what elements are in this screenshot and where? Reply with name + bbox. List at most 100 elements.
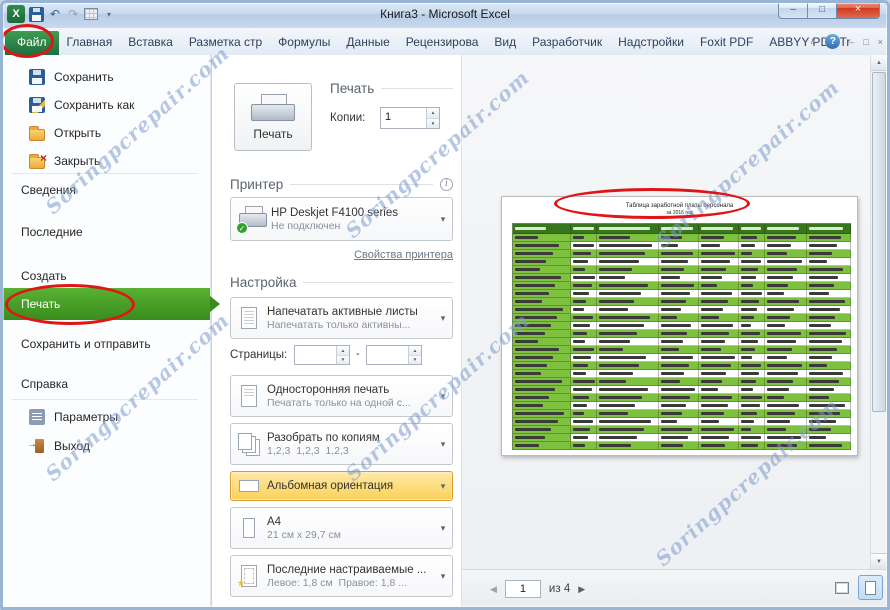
cell-text-bar — [661, 364, 689, 367]
save-icon — [29, 69, 45, 85]
settings-section-title: Настройка — [230, 275, 296, 290]
previous-page-button[interactable]: ◀ — [490, 584, 497, 595]
spin-up-icon[interactable]: ▲ — [409, 346, 421, 356]
pages-from-value — [295, 346, 336, 364]
sidebar-item-open[interactable]: Открыть — [3, 121, 210, 145]
spin-down-icon[interactable]: ▼ — [427, 119, 439, 129]
sidebar-item-save-as[interactable]: Сохранить как — [3, 93, 210, 117]
table-cell — [765, 378, 807, 386]
table-cell — [513, 426, 571, 434]
preview-bottom-bar: ◀ 1 из 4 ▶ — [462, 569, 887, 607]
sidebar-item-options[interactable]: Параметры — [3, 405, 210, 429]
zoom-to-page-button[interactable] — [858, 575, 883, 600]
copies-spinner[interactable]: 1 ▲ ▼ — [380, 107, 440, 129]
print-section-heading: Печать — [330, 81, 453, 96]
orientation-select[interactable]: Альбомная ориентация▾ — [230, 471, 453, 501]
table-cell — [597, 418, 659, 426]
collate-select[interactable]: Разобрать по копиям1,2,3 1,2,3 1,2,3▾ — [230, 423, 453, 465]
table-header-cell — [513, 224, 571, 234]
next-page-button[interactable]: ▶ — [578, 584, 585, 595]
close-button[interactable]: × — [836, 0, 880, 19]
page-number-input[interactable]: 1 — [505, 580, 541, 598]
printer-properties-link[interactable]: Свойства принтера — [230, 249, 453, 261]
table-cell — [807, 298, 851, 306]
printer-select[interactable]: ✓ HP Deskjet F4100 series Не подключен ▾ — [230, 197, 453, 241]
spin-down-icon[interactable]: ▼ — [409, 356, 421, 365]
table-cell — [765, 410, 807, 418]
sidebar-item-save-send[interactable]: Сохранить и отправить — [3, 332, 210, 356]
sidebar-item-print[interactable]: Печать — [3, 288, 210, 320]
tab-review[interactable]: Рецензирова — [398, 31, 487, 55]
table-cell — [597, 234, 659, 242]
spin-up-icon[interactable]: ▲ — [337, 346, 349, 356]
margins-select[interactable]: ★Последние настраиваемые ...Левое: 1,8 с… — [230, 555, 453, 597]
one-sided-select[interactable]: Односторонняя печатьПечатать только на о… — [230, 375, 453, 417]
cell-text-bar — [809, 436, 826, 439]
zoom-to-page-icon — [865, 581, 876, 595]
sidebar-item-close[interactable]: Закрыть — [3, 149, 210, 173]
spin-up-icon[interactable]: ▲ — [427, 108, 439, 119]
cell-text-bar — [599, 388, 648, 391]
table-row — [513, 250, 851, 258]
help-icon[interactable]: ? — [825, 34, 840, 49]
info-icon[interactable]: i — [440, 178, 453, 191]
sidebar-item-help[interactable]: Справка — [3, 372, 210, 396]
cell-text-bar — [701, 236, 724, 239]
doc-restore-icon[interactable]: □ — [863, 37, 868, 47]
collapse-ribbon-icon[interactable]: ∧ — [810, 36, 817, 47]
tab-file[interactable]: Файл — [5, 31, 59, 55]
tab-foxit-pdf[interactable]: Foxit PDF — [692, 31, 761, 55]
tab-view[interactable]: Вид — [486, 31, 524, 55]
doc-close-icon[interactable]: × — [878, 37, 883, 47]
scroll-thumb[interactable] — [872, 72, 886, 412]
cell-text-bar — [809, 268, 843, 271]
cell-text-bar — [599, 236, 630, 239]
print-what-select[interactable]: Напечатать активные листыНапечатать толь… — [230, 297, 453, 339]
tab-formulas[interactable]: Формулы — [270, 31, 338, 55]
minimize-button[interactable]: – — [778, 0, 808, 19]
preview-scrollbar[interactable]: ▲ ▼ — [870, 55, 887, 569]
cell-text-bar — [741, 308, 757, 311]
show-margins-button[interactable] — [829, 575, 854, 600]
doc-minimize-icon[interactable]: – — [849, 37, 854, 47]
table-cell — [597, 314, 659, 322]
cell-text-bar — [515, 284, 555, 287]
cell-text-bar — [661, 372, 684, 375]
pages-to-spinner[interactable]: ▲ ▼ — [366, 345, 422, 365]
sidebar-item-exit[interactable]: Выход — [3, 434, 210, 458]
table-cell — [571, 370, 597, 378]
sidebar-item-save[interactable]: Сохранить — [3, 65, 210, 89]
table-cell — [765, 306, 807, 314]
tab-add-ins[interactable]: Надстройки — [610, 31, 692, 55]
tab-data[interactable]: Данные — [338, 31, 397, 55]
table-cell — [597, 266, 659, 274]
paper-size-select[interactable]: A421 см x 29,7 см▾ — [230, 507, 453, 549]
scroll-up-icon[interactable]: ▲ — [871, 55, 887, 71]
tab-insert[interactable]: Вставка — [120, 31, 181, 55]
cell-text-bar — [573, 420, 593, 423]
tab-home[interactable]: Главная — [59, 31, 121, 55]
tab-developer[interactable]: Разработчик — [524, 31, 610, 55]
maximize-button[interactable]: □ — [807, 0, 837, 19]
table-cell — [765, 354, 807, 362]
table-cell — [571, 242, 597, 250]
table-cell — [571, 386, 597, 394]
table-cell — [699, 362, 739, 370]
tab-page-layout[interactable]: Разметка стр — [181, 31, 270, 55]
cell-text-bar — [573, 227, 594, 230]
cell-text-bar — [809, 412, 840, 415]
table-cell — [659, 410, 699, 418]
table-cell — [807, 314, 851, 322]
sidebar-item-recent[interactable]: Последние — [3, 220, 210, 244]
cell-text-bar — [573, 356, 591, 359]
print-button[interactable]: Печать — [234, 83, 312, 151]
pages-from-spinner[interactable]: ▲ ▼ — [294, 345, 350, 365]
cell-text-bar — [599, 284, 648, 287]
table-cell — [659, 402, 699, 410]
scroll-down-icon[interactable]: ▼ — [871, 553, 887, 569]
spin-down-icon[interactable]: ▼ — [337, 356, 349, 365]
cell-text-bar — [767, 388, 789, 391]
sidebar-item-new[interactable]: Создать — [3, 264, 210, 288]
sidebar-item-info[interactable]: Сведения — [3, 178, 210, 202]
table-cell — [571, 402, 597, 410]
